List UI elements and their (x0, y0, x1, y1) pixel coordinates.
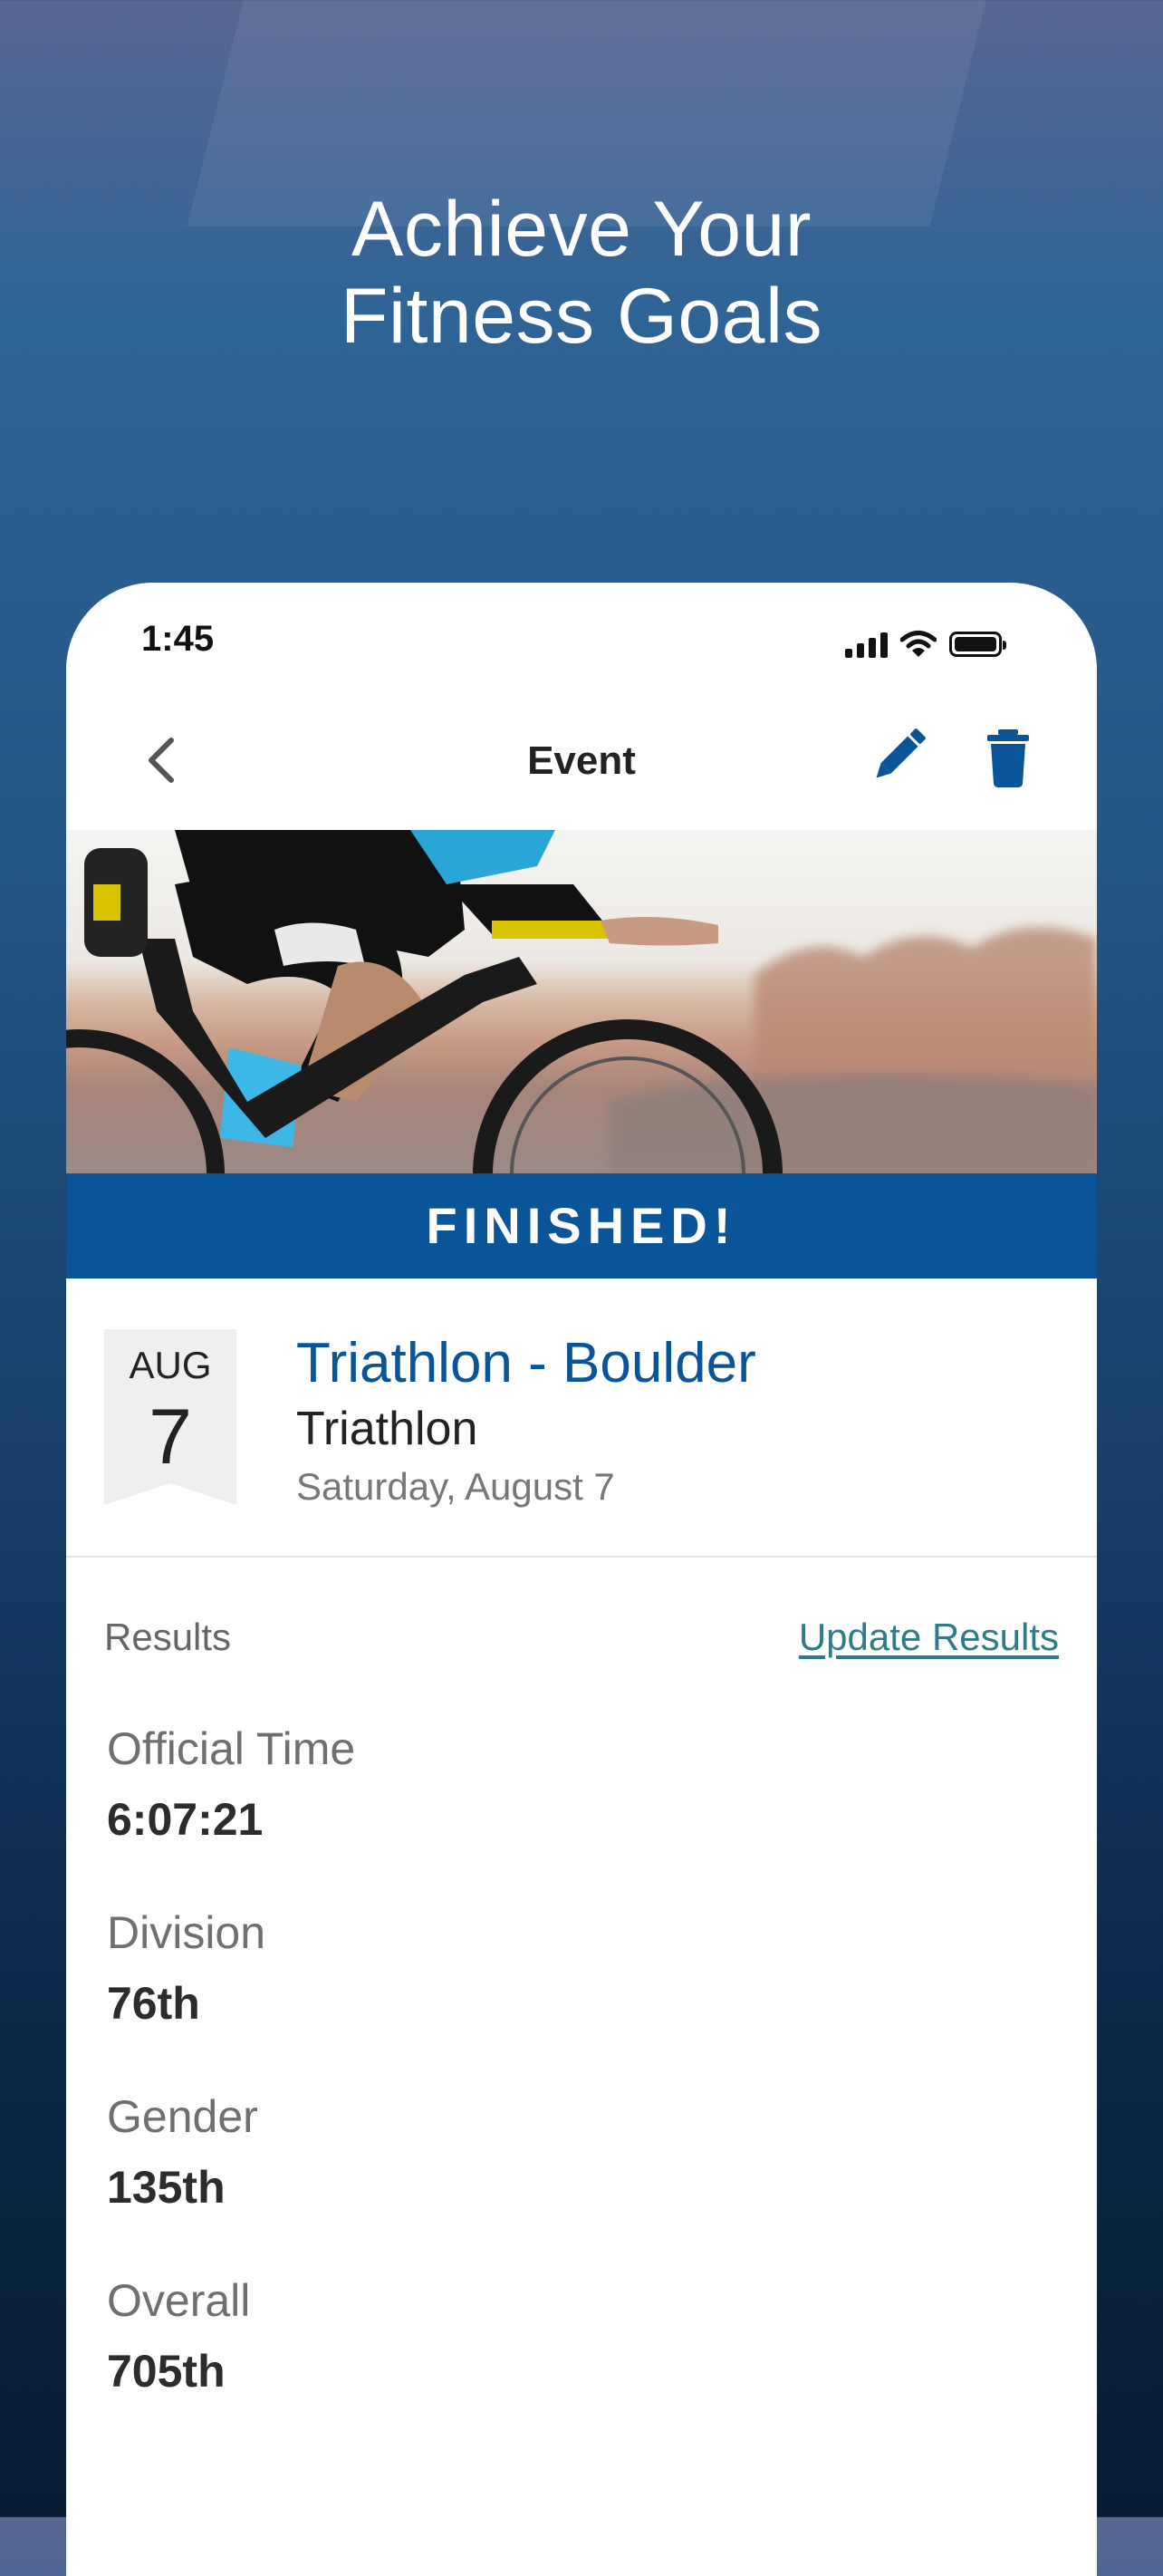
result-value: 76th (107, 1978, 200, 2029)
result-overall: Overall 705th (107, 2274, 250, 2398)
edit-button[interactable] (863, 719, 936, 791)
result-gender: Gender 135th (107, 2090, 258, 2214)
result-label: Division (107, 1907, 266, 1958)
results-heading: Results (104, 1616, 232, 1658)
delete-button[interactable] (976, 719, 1040, 791)
cellular-signal-icon (845, 631, 888, 658)
status-time: 1:45 (141, 619, 215, 659)
result-value: 6:07:21 (107, 1794, 264, 1845)
result-value: 135th (107, 2162, 226, 2213)
event-hero-image (66, 830, 1097, 1174)
date-badge: AUG 7 (104, 1329, 236, 1505)
result-official-time: Official Time 6:07:21 (107, 1722, 355, 1846)
result-label: Overall (107, 2275, 251, 2326)
event-type: Triathlon (296, 1403, 478, 1455)
cyclist-photo (66, 830, 1097, 1174)
event-summary: AUG 7 Triathlon - Boulder Triathlon Satu… (66, 1278, 1097, 1558)
trash-icon (987, 729, 1029, 787)
event-name: Triathlon - Boulder (296, 1332, 756, 1394)
wifi-icon (900, 631, 937, 657)
page-title: Event (527, 738, 636, 783)
headline-line-2: Fitness Goals (340, 273, 823, 360)
update-results-link[interactable]: Update Results (799, 1616, 1059, 1659)
battery-icon (949, 632, 1006, 657)
event-date: Saturday, August 7 (296, 1465, 615, 1508)
result-division: Division 76th (107, 1906, 265, 2030)
status-icons (845, 628, 1006, 661)
date-day: 7 (149, 1394, 192, 1481)
finished-banner: FINISHED! (66, 1173, 1097, 1278)
result-label: Gender (107, 2091, 258, 2142)
date-month: AUG (129, 1344, 212, 1386)
headline-line-1: Achieve Your (351, 186, 812, 273)
pencil-icon (876, 728, 926, 778)
phone-screen: 1:45 Event FINISHED! AUG 7 Triathlon - B… (66, 583, 1097, 2576)
result-value: 705th (107, 2346, 226, 2397)
result-label: Official Time (107, 1723, 356, 1774)
headline: Achieve Your Fitness Goals (0, 186, 1163, 360)
navigation-bar: Event (66, 684, 1097, 832)
